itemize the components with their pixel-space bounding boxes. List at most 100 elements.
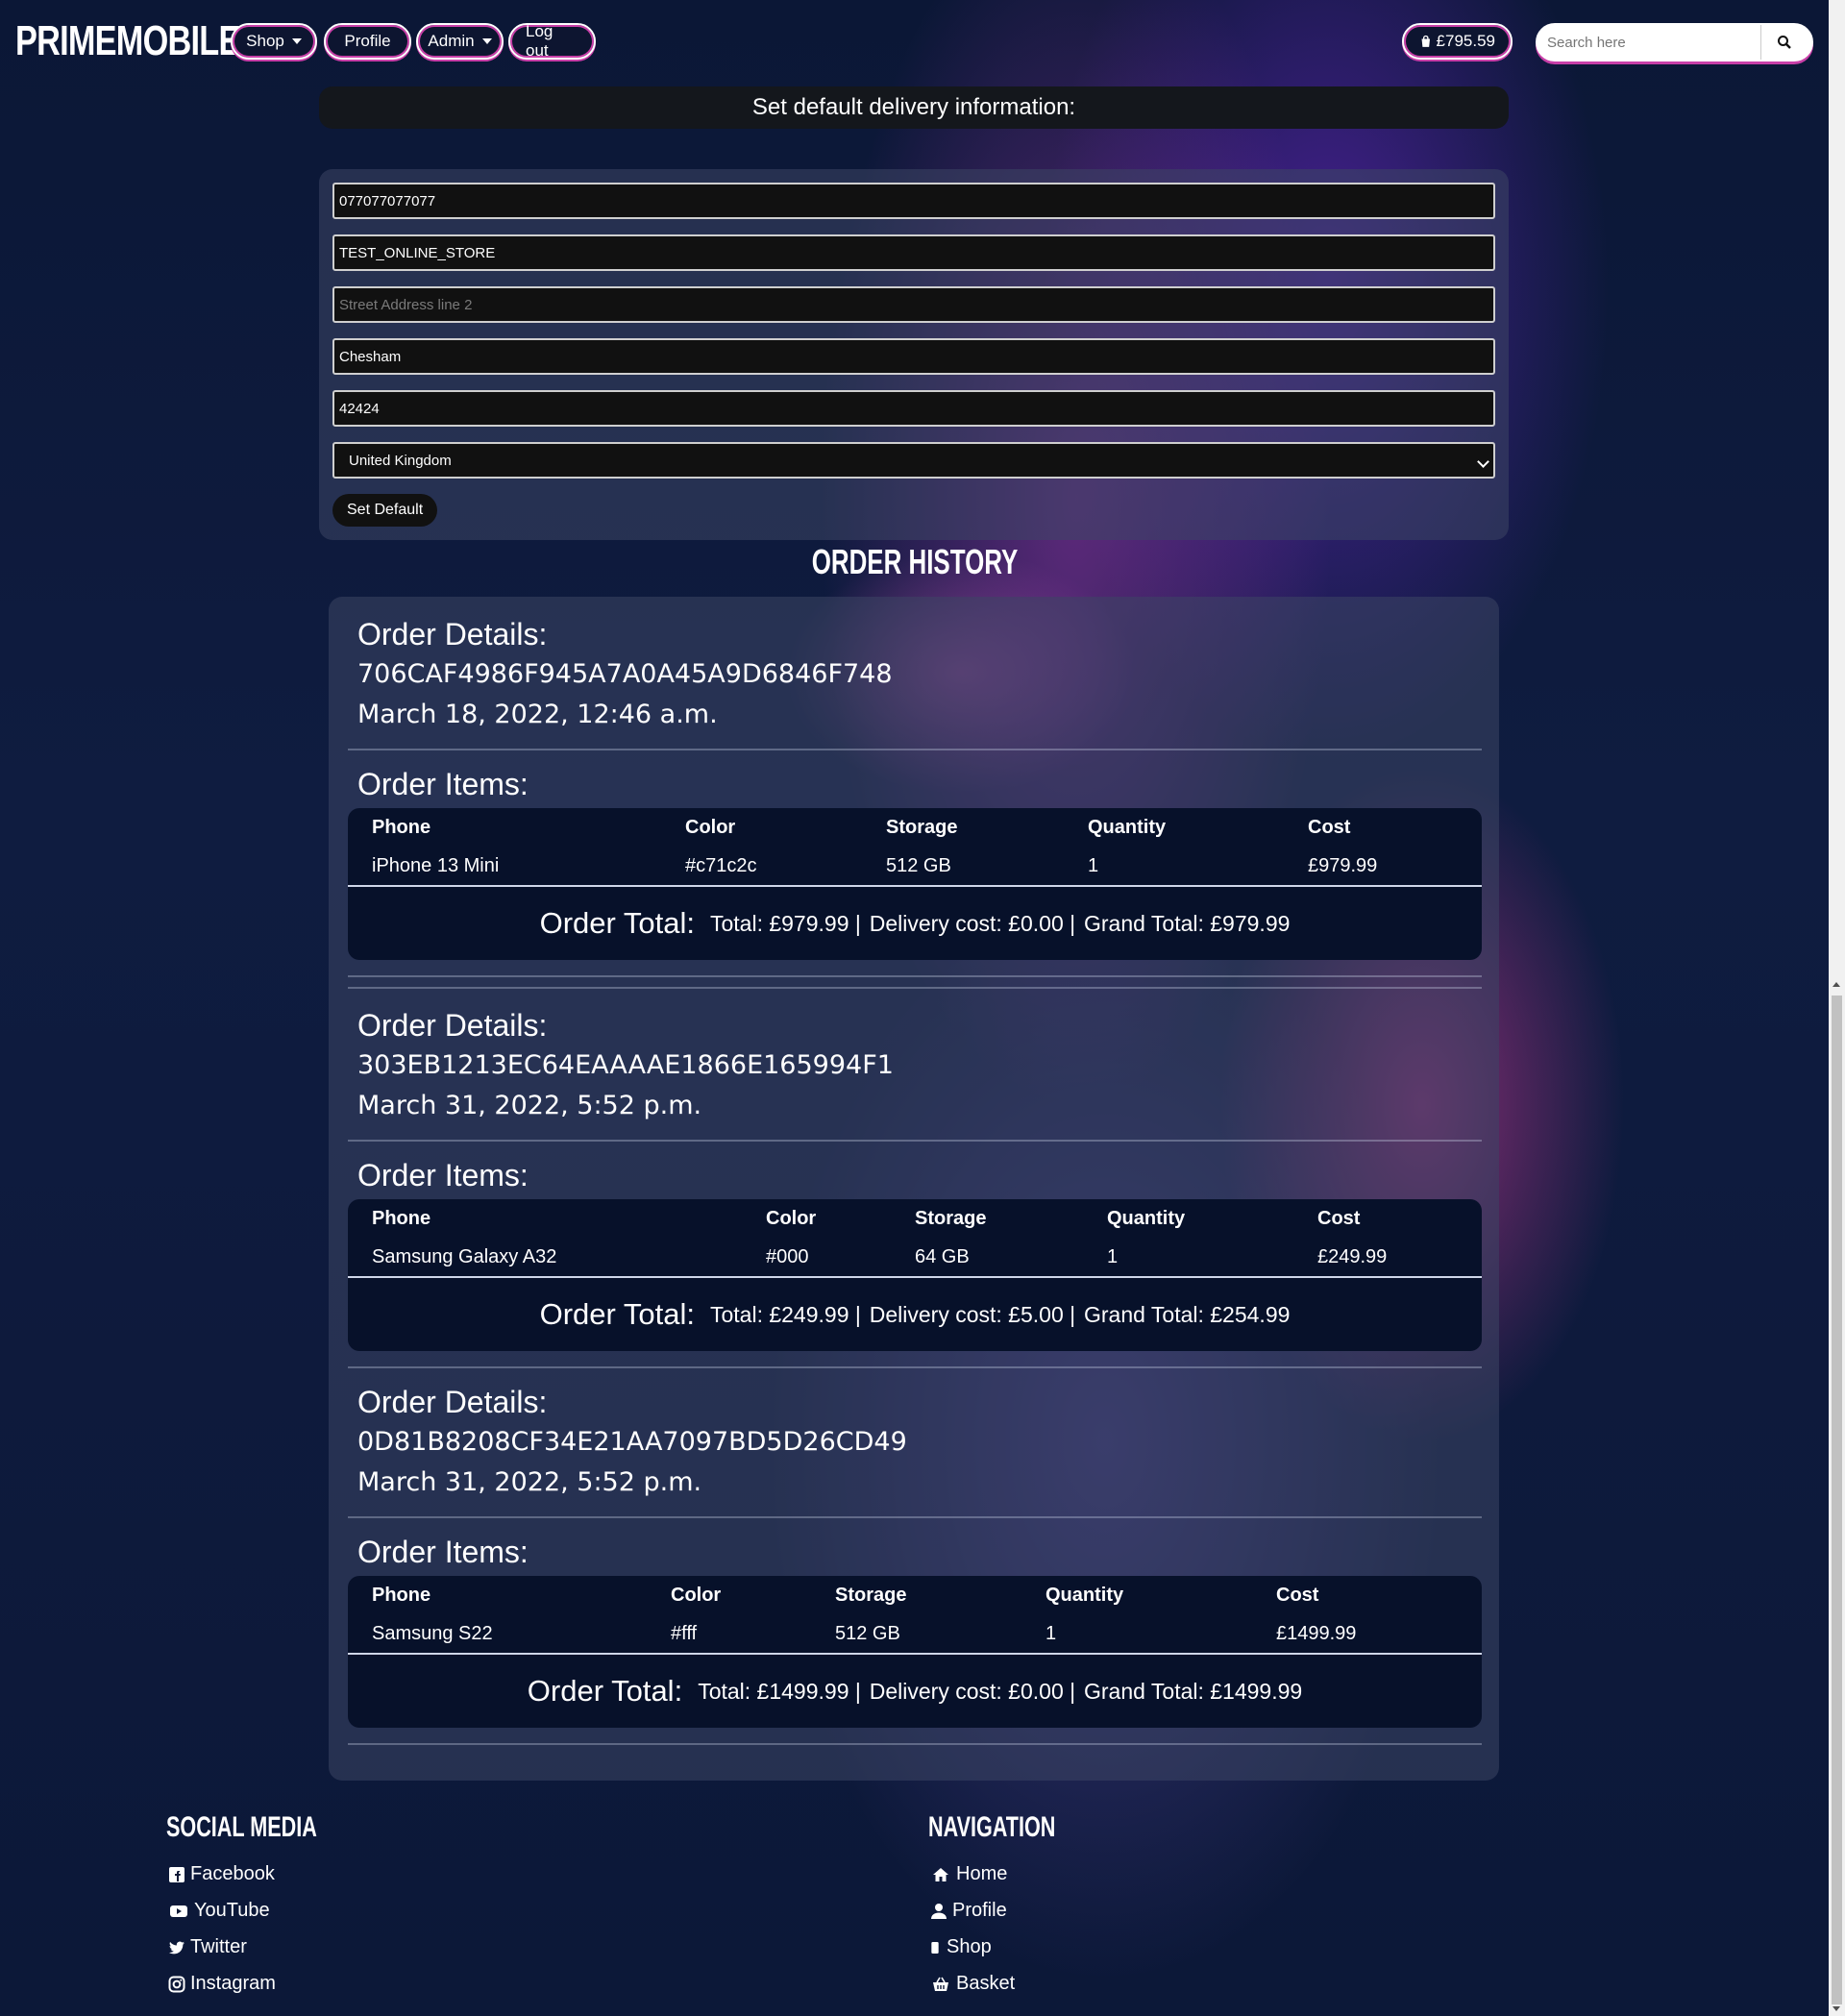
order-items-table: Phone Color Storage Quantity Cost iPhone… [348, 808, 1482, 960]
footer-basket-link[interactable]: Basket [930, 1973, 1015, 1995]
order-details-heading: Order Details: [357, 1385, 548, 1419]
order-total-label: Order Total: [539, 906, 695, 940]
order-id: 0D81B8208CF34E21AA7097BD5D26CD49 [357, 1427, 907, 1457]
divider [348, 1366, 1482, 1368]
col-cost: Cost [1308, 816, 1351, 838]
shopping-bag-icon [1421, 35, 1431, 47]
order-delivery-cost: Delivery cost: £0.00 | [869, 1678, 1076, 1704]
postcode-field[interactable]: 42424 [332, 390, 1495, 427]
cell-quantity: 1 [1046, 1622, 1057, 1644]
order-total-label: Order Total: [539, 1297, 695, 1331]
navigation-heading: NAVIGATION [928, 1811, 1056, 1843]
order-details-heading: Order Details: [357, 1008, 548, 1043]
order-items-table: Phone Color Storage Quantity Cost Samsun… [348, 1576, 1482, 1728]
shop-dropdown-button[interactable]: Shop [231, 23, 317, 60]
cell-storage: 512 GB [886, 854, 951, 876]
cell-color: #fff [671, 1622, 698, 1644]
order-history-title: ORDER HISTORY [811, 542, 1019, 581]
cell-quantity: 1 [1088, 854, 1099, 876]
social-media-heading: SOCIAL MEDIA [166, 1811, 317, 1843]
user-icon [931, 1903, 947, 1919]
mobile-phone-icon [931, 1941, 939, 1954]
order-total-label: Order Total: [527, 1674, 683, 1708]
shop-label: Shop [947, 1936, 992, 1957]
scrollbar-thumb[interactable] [1832, 996, 1842, 2004]
col-quantity: Quantity [1046, 1584, 1124, 1606]
col-phone: Phone [372, 816, 431, 838]
profile-label: Profile [344, 32, 391, 50]
cell-cost: £249.99 [1317, 1245, 1388, 1267]
twitter-link[interactable]: Twitter [168, 1936, 247, 1958]
city-field[interactable]: Chesham [332, 338, 1495, 375]
delivery-title: Set default delivery information: [319, 86, 1509, 129]
address2-field[interactable]: Street Address line 2 [332, 286, 1495, 323]
search-input[interactable] [1538, 33, 1760, 52]
profile-button[interactable]: Profile [324, 23, 411, 60]
page-scrollbar[interactable] [1829, 0, 1845, 2016]
col-quantity: Quantity [1088, 816, 1167, 838]
cell-storage: 64 GB [915, 1245, 970, 1267]
delivery-form: 077077077077 TEST_ONLINE_STORE Street Ad… [319, 169, 1509, 540]
youtube-link[interactable]: YouTube [168, 1900, 270, 1922]
order-grand-total: Grand Total: £1499.99 [1084, 1678, 1303, 1704]
order-subtotal: Total: £1499.99 | [698, 1678, 861, 1704]
order-items-heading: Order Items: [357, 1535, 529, 1569]
table-header-row: Phone Color Storage Quantity Cost [348, 808, 1482, 847]
profile-label: Profile [952, 1900, 1007, 1921]
footer-home-link[interactable]: Home [930, 1863, 1007, 1885]
footer-shop-link[interactable]: Shop [930, 1936, 992, 1958]
order-items-heading: Order Items: [357, 767, 529, 801]
divider [348, 975, 1482, 977]
instagram-link[interactable]: Instagram [168, 1973, 276, 1995]
scroll-up-arrow-icon[interactable] [1833, 982, 1840, 987]
twitter-label: Twitter [190, 1936, 247, 1957]
logout-button[interactable]: Log out [508, 22, 596, 60]
country-select[interactable]: United Kingdom [332, 442, 1495, 479]
order-id: 706CAF4986F945A7A0A45A9D6846F748 [357, 659, 893, 689]
order-subtotal: Total: £249.99 | [709, 1301, 861, 1327]
chevron-down-icon [481, 38, 492, 44]
basket-total: £795.59 [1436, 32, 1495, 50]
cell-cost: £1499.99 [1276, 1622, 1357, 1644]
order-card: Order Details: 0D81B8208CF34E21AA7097BD5… [348, 1382, 1482, 1753]
order-total-row: Order Total: Total: £249.99 | Delivery c… [348, 1278, 1482, 1351]
col-color: Color [766, 1207, 817, 1229]
shop-label: Shop [246, 32, 284, 50]
cell-color: #c71c2c [685, 854, 757, 876]
facebook-link[interactable]: Facebook [168, 1863, 275, 1885]
col-color: Color [685, 816, 736, 838]
divider [348, 1743, 1482, 1745]
table-row: Samsung Galaxy A32 #000 64 GB 1 £249.99 [348, 1238, 1482, 1278]
basket-button[interactable]: £795.59 [1402, 23, 1513, 60]
divider [348, 1516, 1482, 1518]
order-grand-total: Grand Total: £254.99 [1084, 1301, 1291, 1327]
col-storage: Storage [886, 816, 958, 838]
facebook-label: Facebook [190, 1863, 275, 1884]
instagram-icon [168, 1976, 185, 1992]
cell-color: #000 [766, 1245, 809, 1267]
set-default-button[interactable]: Set Default [332, 494, 438, 527]
scroll-down-arrow-icon[interactable] [1833, 2006, 1840, 2011]
order-history-panel: Order Details: 706CAF4986F945A7A0A45A9D6… [329, 597, 1499, 1781]
basket-icon [933, 1977, 948, 1991]
search-button[interactable] [1760, 25, 1808, 60]
table-header-row: Phone Color Storage Quantity Cost [348, 1199, 1482, 1238]
admin-dropdown-button[interactable]: Admin [416, 23, 504, 60]
col-cost: Cost [1317, 1207, 1361, 1229]
search-bar [1536, 23, 1813, 61]
order-items-heading: Order Items: [357, 1158, 529, 1192]
youtube-icon [170, 1905, 187, 1917]
cell-cost: £979.99 [1308, 854, 1378, 876]
home-label: Home [956, 1863, 1008, 1884]
address1-field[interactable]: TEST_ONLINE_STORE [332, 234, 1495, 271]
facebook-icon [169, 1866, 184, 1882]
cell-phone: Samsung S22 [372, 1622, 493, 1644]
divider [348, 987, 1482, 989]
col-cost: Cost [1276, 1584, 1319, 1606]
cell-phone: iPhone 13 Mini [372, 854, 500, 876]
phone-field[interactable]: 077077077077 [332, 183, 1495, 219]
brand-logo[interactable]: PRIMEMOBILE [15, 17, 240, 65]
cell-quantity: 1 [1107, 1245, 1119, 1267]
footer-profile-link[interactable]: Profile [930, 1900, 1007, 1922]
divider [348, 749, 1482, 750]
